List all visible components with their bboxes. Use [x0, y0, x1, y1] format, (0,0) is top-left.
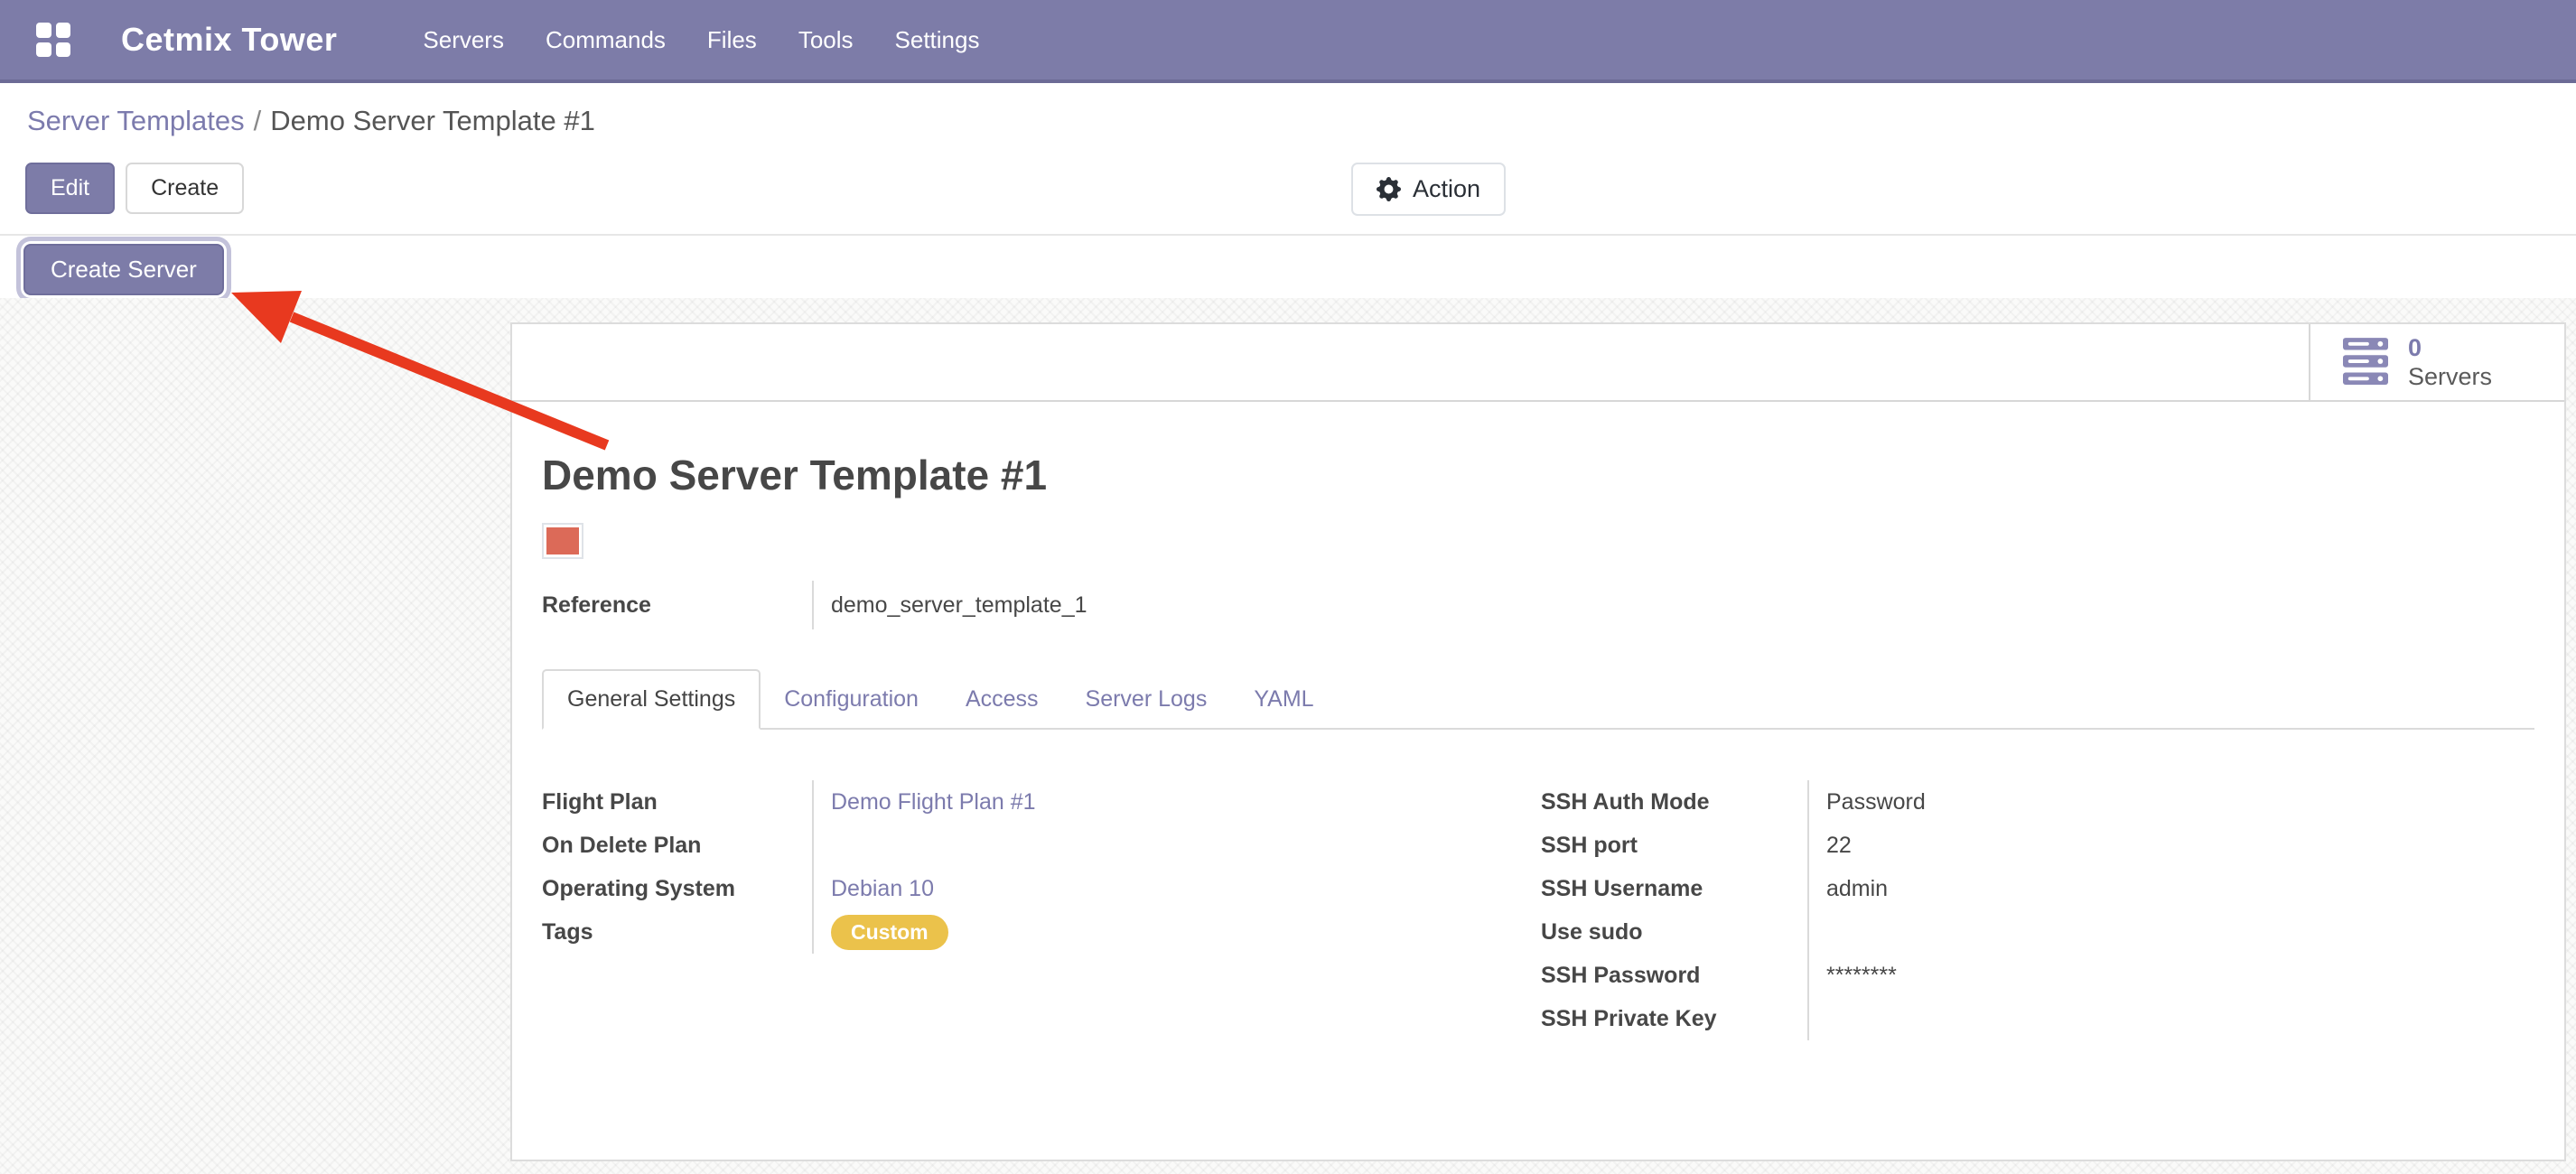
- tab-server-logs[interactable]: Server Logs: [1062, 671, 1231, 728]
- breadcrumb-separator: /: [254, 105, 262, 136]
- field-label-on-delete-plan: On Delete Plan: [542, 824, 812, 867]
- stat-row: 0 Servers: [512, 324, 2564, 402]
- field-value-ssh-auth-mode: Password: [1807, 780, 2534, 824]
- navbar-menu: ServersCommandsFilesToolsSettings: [402, 0, 1000, 79]
- field-value-reference: demo_server_template_1: [812, 581, 2534, 629]
- notebook-tabs: General SettingsConfigurationAccessServe…: [542, 669, 2534, 730]
- field-label-tags: Tags: [542, 910, 812, 954]
- field-value-ssh-password: ********: [1807, 954, 2534, 997]
- tab-configuration[interactable]: Configuration: [761, 671, 942, 728]
- servers-icon: [2343, 338, 2388, 387]
- breadcrumb: Server Templates / Demo Server Template #1: [27, 105, 595, 137]
- create-server-row: Create Server: [0, 238, 2576, 298]
- gear-icon: [1377, 177, 1401, 201]
- record-title: Demo Server Template #1: [542, 451, 2534, 499]
- link-debian-10[interactable]: Debian 10: [831, 876, 934, 902]
- screen: Cetmix Tower ServersCommandsFilesToolsSe…: [0, 0, 2576, 1174]
- field-value-ssh-username: admin: [1807, 867, 2534, 910]
- tab-access[interactable]: Access: [942, 671, 1062, 728]
- servers-count-label: Servers: [2408, 362, 2492, 391]
- nav-item-commands[interactable]: Commands: [525, 0, 686, 79]
- field-label-reference: Reference: [542, 581, 812, 629]
- nav-item-settings[interactable]: Settings: [874, 0, 1001, 79]
- create-button[interactable]: Create: [126, 163, 244, 214]
- breadcrumb-server-templates[interactable]: Server Templates: [27, 105, 245, 136]
- navbar: Cetmix Tower ServersCommandsFilesToolsSe…: [0, 0, 2576, 83]
- servers-stat-button[interactable]: 0 Servers: [2309, 324, 2564, 400]
- nav-item-files[interactable]: Files: [686, 0, 778, 79]
- fields-left-column: Flight Plan Demo Flight Plan #1 On Delete …: [542, 780, 1535, 954]
- color-swatch-fill: [546, 527, 579, 554]
- link-demo-flight-plan-1[interactable]: Demo Flight Plan #1: [831, 789, 1036, 815]
- field-value-operating-system: Debian 10: [812, 867, 1535, 910]
- field-value-flight-plan: Demo Flight Plan #1: [812, 780, 1535, 824]
- field-value-ssh-port: 22: [1807, 824, 2534, 867]
- fields-area: Flight Plan Demo Flight Plan #1 On Delete …: [542, 780, 2534, 1040]
- field-label-use-sudo: Use sudo: [1541, 910, 1807, 954]
- color-swatch: [542, 523, 583, 559]
- field-label-ssh-username: SSH Username: [1541, 867, 1807, 910]
- form-card: 0 Servers Demo Server Template #1 Refere…: [510, 322, 2566, 1161]
- action-button[interactable]: Action: [1351, 163, 1506, 216]
- servers-count: 0: [2408, 333, 2492, 362]
- control-panel-buttons: Edit Create: [25, 163, 244, 214]
- control-panel: Server Templates / Demo Server Template #1…: [0, 87, 2576, 236]
- fields-right-column: SSH Auth ModePasswordSSH port22SSH Usern…: [1541, 780, 2534, 1040]
- apps-grid-icon[interactable]: [36, 23, 70, 57]
- field-label-ssh-auth-mode: SSH Auth Mode: [1541, 780, 1807, 824]
- field-label-operating-system: Operating System: [542, 867, 812, 910]
- create-server-button[interactable]: Create Server: [23, 244, 224, 295]
- edit-button[interactable]: Edit: [25, 163, 115, 214]
- tab-yaml[interactable]: YAML: [1230, 671, 1337, 728]
- nav-item-tools[interactable]: Tools: [778, 0, 874, 79]
- field-label-ssh-password: SSH Password: [1541, 954, 1807, 997]
- breadcrumb-current: Demo Server Template #1: [270, 105, 595, 136]
- reference-row: Reference demo_server_template_1: [542, 581, 2534, 629]
- field-label-ssh-port: SSH port: [1541, 824, 1807, 867]
- field-label-ssh-private-key: SSH Private Key: [1541, 997, 1807, 1040]
- tab-general-settings[interactable]: General Settings: [542, 669, 761, 730]
- nav-item-servers[interactable]: Servers: [402, 0, 525, 79]
- action-button-label: Action: [1413, 175, 1480, 203]
- field-value-tags: Custom: [812, 910, 1535, 954]
- tag-custom: Custom: [831, 915, 948, 950]
- field-value-on-delete-plan: [812, 824, 1535, 867]
- field-value-ssh-private-key: [1807, 997, 2534, 1040]
- app-brand[interactable]: Cetmix Tower: [121, 21, 337, 59]
- field-value-use-sudo: [1807, 910, 2534, 954]
- form-sheet: Demo Server Template #1 Reference demo_s…: [512, 451, 2564, 1040]
- field-label-flight-plan: Flight Plan: [542, 780, 812, 824]
